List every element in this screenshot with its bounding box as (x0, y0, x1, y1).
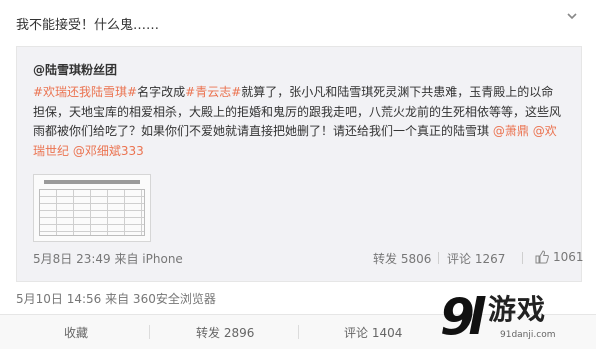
chevron-down-icon[interactable] (565, 9, 579, 23)
forward-button[interactable]: 转发 2896 (196, 324, 254, 341)
original-author-link[interactable]: @陆雪琪粉丝团 (33, 61, 117, 78)
post-text: 我不能接受！什么鬼…… (16, 18, 160, 33)
original-comment-count[interactable]: 评论 1267 (447, 250, 505, 267)
watermark-logo-text: 游戏 (488, 293, 547, 326)
post-timestamp[interactable]: 5月10日 14:56 来自 360安全浏览器 (16, 290, 216, 307)
image-header-line (44, 180, 140, 184)
favorite-button[interactable]: 收藏 (64, 324, 88, 341)
svg-text:l: l (468, 288, 486, 346)
divider (522, 252, 523, 264)
comment-button[interactable]: 评论 1404 (344, 324, 402, 341)
like-icon[interactable] (535, 250, 549, 264)
hashtag-link[interactable]: #欢瑞还我陆雪琪# (33, 85, 137, 99)
hashtag-link[interactable]: #青云志# (185, 85, 241, 99)
body-text: 名字改成 (137, 85, 186, 99)
image-table-graphic (39, 189, 145, 236)
mention-link[interactable]: @邓细斌333 (73, 144, 144, 158)
original-timestamp[interactable]: 5月8日 23:49 来自 iPhone (33, 250, 183, 267)
divider (438, 252, 439, 264)
watermark-url: 91danji.com (500, 330, 556, 340)
mention-link[interactable]: @萧鼎 (493, 124, 529, 138)
original-like-count[interactable]: 1061 (553, 250, 584, 264)
original-forward-count[interactable]: 转发 5806 (373, 250, 431, 267)
original-post-body: #欢瑞还我陆雪琪#名字改成#青云志#就算了，张小凡和陆雪琪死灵渊下共患难，玉青殿… (33, 83, 565, 161)
repost-card: @陆雪琪粉丝团 #欢瑞还我陆雪琪#名字改成#青云志#就算了，张小凡和陆雪琪死灵渊… (16, 46, 584, 282)
divider (298, 325, 299, 339)
attached-image-thumbnail[interactable] (33, 174, 151, 242)
divider (149, 325, 150, 339)
